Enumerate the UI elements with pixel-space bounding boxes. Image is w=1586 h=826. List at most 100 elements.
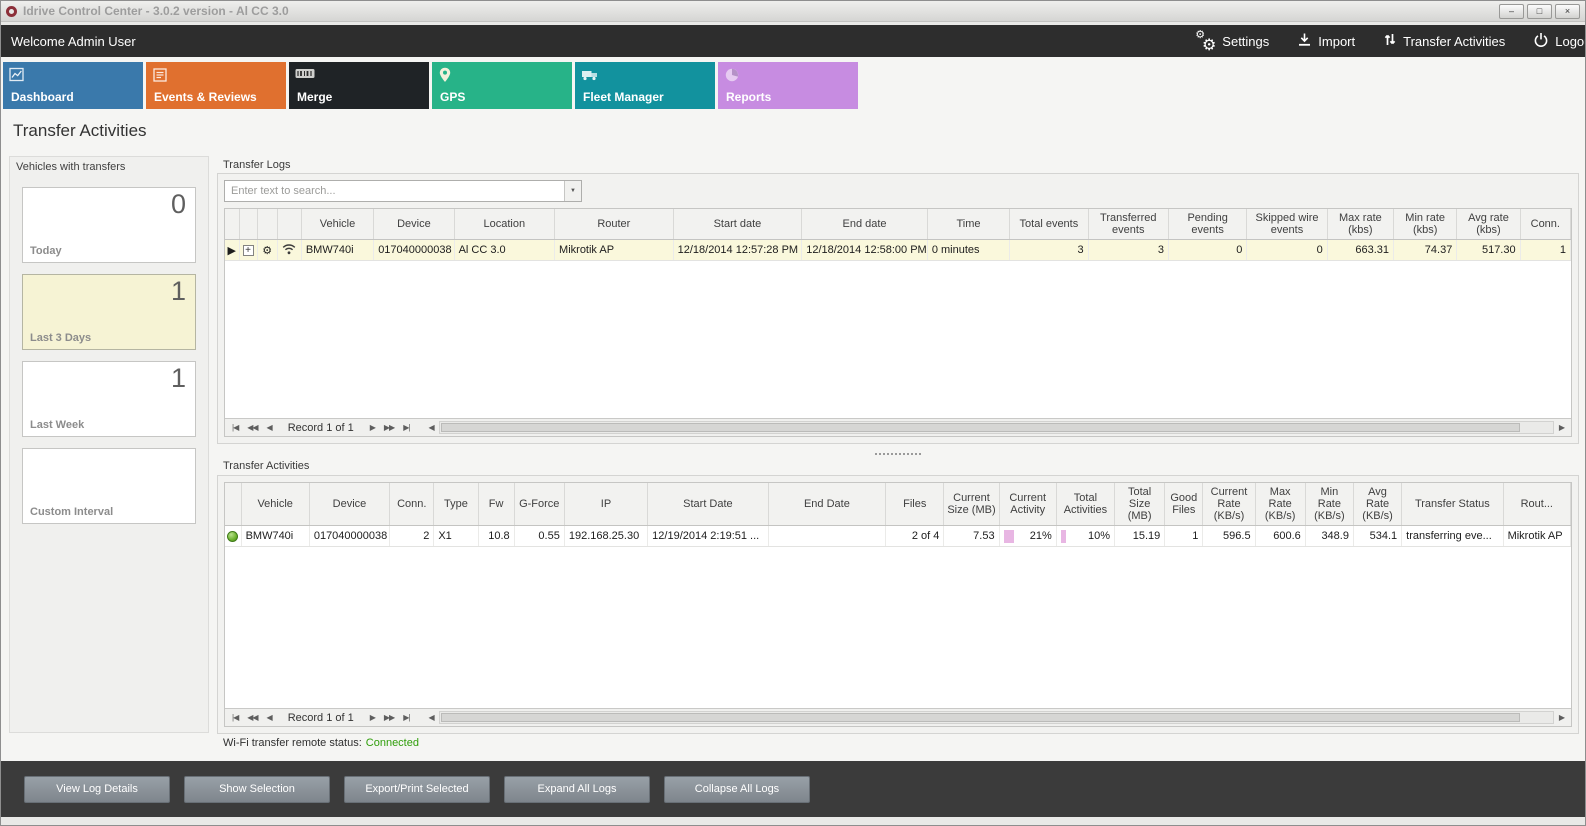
column-header-transfer-status[interactable]: Transfer Status: [1402, 483, 1503, 526]
column-header-files[interactable]: Files: [886, 483, 944, 526]
expand-row-icon[interactable]: +: [243, 245, 254, 256]
column-header-total-size[interactable]: Total Size (MB): [1115, 483, 1165, 526]
transfer-arrows-icon: [1383, 32, 1397, 50]
close-button[interactable]: ×: [1555, 4, 1580, 19]
pager-next-icon[interactable]: ▶: [367, 423, 378, 432]
column-header-router[interactable]: Router: [555, 209, 674, 240]
column-header-avg-rate[interactable]: Avg rate (kbs): [1457, 209, 1520, 240]
pager-prev-icon[interactable]: ◀: [264, 423, 275, 432]
pager-first-icon[interactable]: |◀: [229, 713, 241, 722]
pager-fast-next-icon[interactable]: ▶▶: [381, 713, 397, 722]
filter-card-today[interactable]: 0 Today: [22, 187, 196, 263]
expand-all-logs-button[interactable]: Expand All Logs: [504, 776, 650, 803]
tab-events-reviews[interactable]: Events & Reviews: [146, 62, 286, 109]
collapse-all-logs-button[interactable]: Collapse All Logs: [664, 776, 810, 803]
scrollbar-thumb[interactable]: [441, 423, 1521, 432]
column-header-min-rate[interactable]: Min rate (kbs): [1394, 209, 1457, 240]
column-header-device[interactable]: Device: [309, 483, 389, 526]
pager-first-icon[interactable]: |◀: [229, 423, 241, 432]
filter-card-last-week[interactable]: 1 Last Week: [22, 361, 196, 437]
import-button[interactable]: Import: [1297, 32, 1355, 50]
column-header-total-events[interactable]: Total events: [1010, 209, 1088, 240]
column-header-pending-events[interactable]: Pending events: [1168, 209, 1246, 240]
column-header-current-size[interactable]: Current Size (MB): [944, 483, 999, 526]
logout-button[interactable]: Logout: [1533, 32, 1586, 51]
cell-vehicle: BMW740i: [301, 240, 373, 261]
column-header-conn[interactable]: Conn.: [1520, 209, 1570, 240]
column-header-conn[interactable]: Conn.: [390, 483, 434, 526]
pager-fast-next-icon[interactable]: ▶▶: [381, 423, 397, 432]
pager-prev-icon[interactable]: ◀: [264, 713, 275, 722]
column-header-ip[interactable]: IP: [564, 483, 647, 526]
cell-ip: 192.168.25.30: [564, 526, 647, 547]
search-dropdown-button[interactable]: ▼: [564, 181, 581, 201]
header-wifi: [277, 209, 301, 240]
scroll-left-icon[interactable]: ◀: [425, 713, 436, 722]
export-print-selected-button[interactable]: Export/Print Selected: [344, 776, 490, 803]
column-header-current-activity[interactable]: Current Activity: [999, 483, 1056, 526]
transfer-activities-label: Transfer Activities: [1403, 34, 1505, 49]
show-selection-button[interactable]: Show Selection: [184, 776, 330, 803]
transfer-activities-button[interactable]: Transfer Activities: [1383, 32, 1505, 50]
scroll-right-icon[interactable]: ▶: [1556, 423, 1567, 432]
column-header-good-files[interactable]: Good Files: [1165, 483, 1203, 526]
column-header-gforce[interactable]: G-Force: [514, 483, 564, 526]
scrollbar-track[interactable]: [439, 711, 1554, 724]
column-header-min-rate[interactable]: Min Rate (KB/s): [1305, 483, 1353, 526]
column-header-vehicle[interactable]: Vehicle: [301, 209, 373, 240]
column-header-end-date[interactable]: End date: [802, 209, 928, 240]
scrollbar-thumb[interactable]: [441, 713, 1521, 722]
column-header-time[interactable]: Time: [927, 209, 1009, 240]
column-header-end-date[interactable]: End Date: [768, 483, 885, 526]
horizontal-scrollbar[interactable]: ◀ ▶: [425, 711, 1567, 724]
transfer-logs-grid: Vehicle Device Location Router Start dat…: [224, 208, 1572, 437]
pager-last-icon[interactable]: ▶|: [400, 423, 412, 432]
tab-reports[interactable]: Reports: [718, 62, 858, 109]
column-header-max-rate[interactable]: Max rate (kbs): [1327, 209, 1393, 240]
minimize-button[interactable]: –: [1499, 4, 1524, 19]
tab-fleet-manager[interactable]: Fleet Manager: [575, 62, 715, 109]
card-value: 1: [171, 276, 186, 307]
column-header-skipped-wire-events[interactable]: Skipped wire events: [1247, 209, 1327, 240]
column-header-max-rate[interactable]: Max Rate (KB/s): [1255, 483, 1305, 526]
filter-card-last-3-days[interactable]: 1 Last 3 Days: [22, 274, 196, 350]
column-header-fw[interactable]: Fw: [478, 483, 514, 526]
column-header-start-date[interactable]: Start Date: [648, 483, 768, 526]
tab-gps[interactable]: GPS: [432, 62, 572, 109]
card-value: 0: [171, 189, 186, 220]
table-row[interactable]: ▶ + ⚙ BMW740i 017040000038 Al CC 3.0: [225, 240, 1571, 261]
app-icon: [6, 6, 17, 17]
filter-card-custom-interval[interactable]: Custom Interval: [22, 448, 196, 524]
tab-merge[interactable]: Merge: [289, 62, 429, 109]
column-header-location[interactable]: Location: [454, 209, 554, 240]
tab-dashboard[interactable]: Dashboard: [3, 62, 143, 109]
cell-total-activities: 10%: [1056, 526, 1114, 547]
cell-device: 017040000038: [309, 526, 389, 547]
table-row[interactable]: BMW740i 017040000038 2 X1 10.8 0.55 192.…: [225, 526, 1571, 547]
merge-barcode-icon: [295, 67, 315, 86]
column-header-current-rate[interactable]: Current Rate (KB/s): [1203, 483, 1255, 526]
column-header-router[interactable]: Rout...: [1503, 483, 1570, 526]
column-header-start-date[interactable]: Start date: [673, 209, 802, 240]
maximize-button[interactable]: □: [1527, 4, 1552, 19]
settings-button[interactable]: ⚙ ⚙ Settings: [1194, 31, 1269, 51]
search-input[interactable]: [225, 181, 564, 201]
column-header-total-activities[interactable]: Total Activities: [1056, 483, 1114, 526]
pager-next-icon[interactable]: ▶: [367, 713, 378, 722]
pager-fast-prev-icon[interactable]: ◀◀: [244, 423, 260, 432]
cell-good-files: 1: [1165, 526, 1203, 547]
pager-fast-prev-icon[interactable]: ◀◀: [244, 713, 260, 722]
column-header-device[interactable]: Device: [374, 209, 454, 240]
column-header-avg-rate[interactable]: Avg Rate (KB/s): [1353, 483, 1401, 526]
scroll-left-icon[interactable]: ◀: [425, 423, 436, 432]
pager-last-icon[interactable]: ▶|: [400, 713, 412, 722]
view-log-details-button[interactable]: View Log Details: [24, 776, 170, 803]
horizontal-scrollbar[interactable]: ◀ ▶: [425, 421, 1567, 434]
scrollbar-track[interactable]: [439, 421, 1554, 434]
column-header-type[interactable]: Type: [434, 483, 478, 526]
scroll-right-icon[interactable]: ▶: [1556, 713, 1567, 722]
column-header-vehicle[interactable]: Vehicle: [241, 483, 309, 526]
cell-end-date: 12/18/2014 12:58:00 PM: [802, 240, 928, 261]
panel-splitter[interactable]: [217, 450, 1579, 457]
column-header-transferred-events[interactable]: Transferred events: [1088, 209, 1168, 240]
